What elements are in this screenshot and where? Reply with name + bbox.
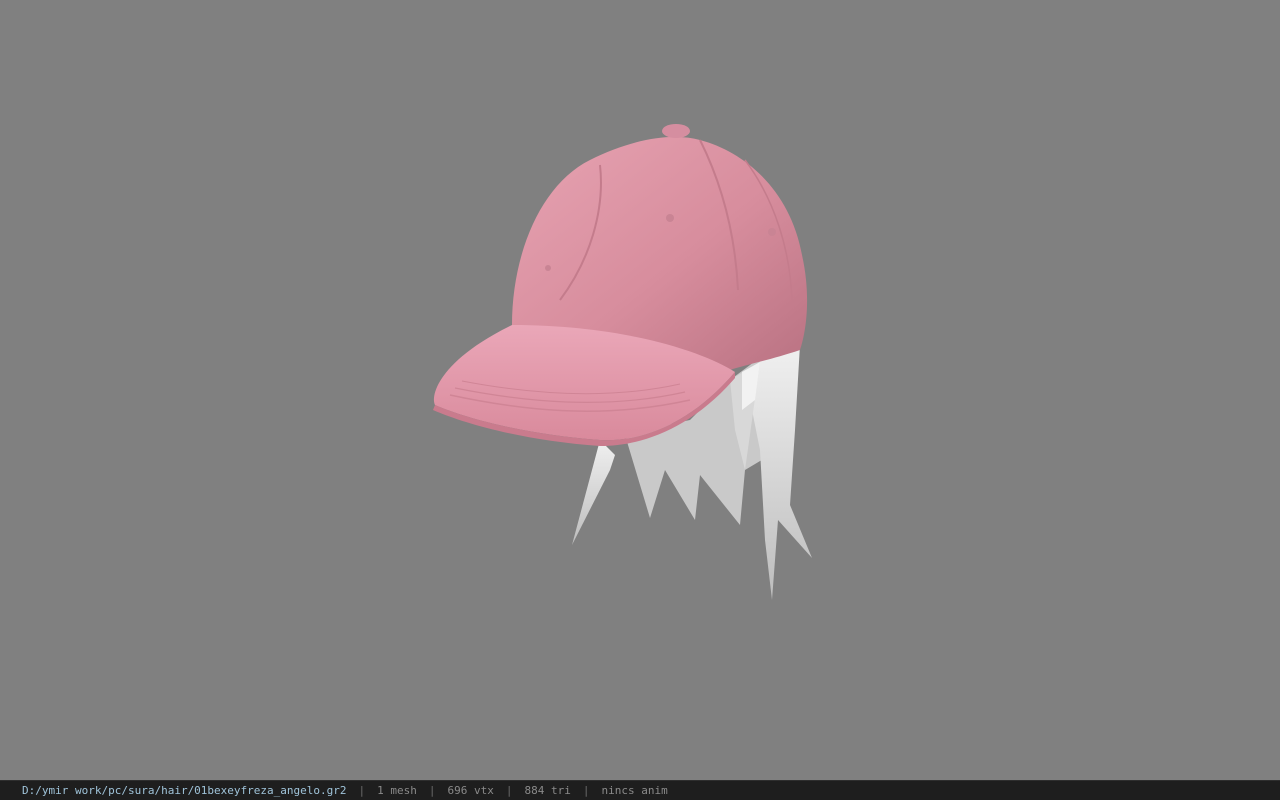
file-path-label: D:/ymir work/pc/sura/hair/01bexeyfreza_a… (22, 784, 347, 797)
animation-status-label: nincs anim (601, 784, 668, 797)
vertex-count-label: 696 vtx (447, 784, 494, 797)
model-render (433, 124, 812, 600)
status-bar: D:/ymir work/pc/sura/hair/01bexeyfreza_a… (0, 780, 1280, 800)
separator: | (358, 784, 366, 797)
3d-viewport[interactable] (0, 0, 1280, 780)
mesh-count-label: 1 mesh (377, 784, 417, 797)
separator: | (582, 784, 590, 797)
separator: | (505, 784, 513, 797)
separator: | (428, 784, 436, 797)
triangle-count-label: 884 tri (524, 784, 571, 797)
